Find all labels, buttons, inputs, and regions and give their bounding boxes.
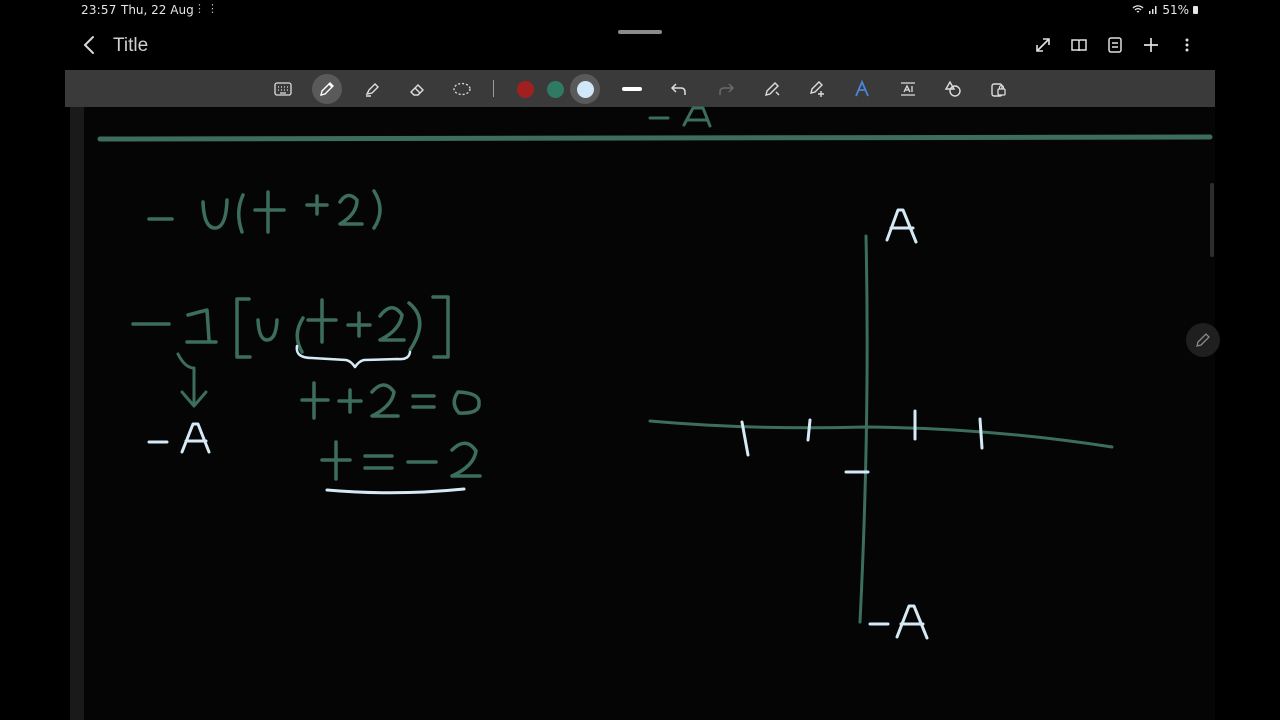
auto-straighten-icon: [765, 82, 780, 96]
scrollbar[interactable]: [1210, 183, 1214, 257]
text-box-icon: [901, 82, 915, 96]
status-time: 23:57: [81, 3, 117, 17]
auto-straighten-button[interactable]: [757, 74, 787, 104]
expand-button[interactable]: [1032, 34, 1054, 56]
pen-icon: [320, 82, 334, 96]
book-view-icon: [1071, 39, 1087, 52]
notification-icons: ⋮⋮: [194, 2, 220, 15]
signal-icon: [1148, 3, 1158, 17]
title-bar: Title: [0, 30, 1280, 64]
expand-icon: [1036, 38, 1050, 52]
shapes-icon: [944, 80, 961, 97]
page-layout-button[interactable]: [1104, 34, 1126, 56]
lasso-tool-button[interactable]: [447, 74, 477, 104]
title-actions: [1032, 34, 1198, 56]
note-canvas[interactable]: [70, 107, 1215, 720]
green-swatch: [546, 80, 564, 98]
shape-pen-button[interactable]: [802, 74, 832, 104]
add-icon: [1144, 38, 1158, 52]
wifi-icon: [1132, 3, 1144, 17]
undo-icon: [670, 83, 686, 95]
color-swatch-light-blue[interactable]: [570, 74, 600, 104]
book-view-button[interactable]: [1068, 34, 1090, 56]
highlighter-tool-button[interactable]: [357, 74, 387, 104]
floating-pen-button[interactable]: [1186, 323, 1220, 357]
more-icon: [1185, 38, 1189, 52]
light-blue-swatch: [576, 80, 594, 98]
chevron-left-icon: [83, 36, 94, 54]
undo-button[interactable]: [664, 74, 694, 104]
stroke-thickness-button[interactable]: [617, 74, 647, 104]
eraser-icon: [410, 84, 424, 96]
red-swatch: [516, 80, 534, 98]
note-title[interactable]: Title: [113, 35, 148, 57]
eraser-tool-button[interactable]: [402, 74, 432, 104]
redo-button[interactable]: [711, 74, 741, 104]
toolbar-separator: [493, 80, 494, 97]
back-button[interactable]: [82, 34, 102, 58]
add-page-button[interactable]: [1140, 34, 1162, 56]
page-edge: [70, 107, 84, 720]
status-right-group: 51%: [1132, 3, 1198, 17]
color-swatch-red[interactable]: [510, 74, 540, 104]
lock-button[interactable]: [983, 74, 1013, 104]
highlighter-icon: [365, 83, 379, 97]
battery-label: 51%: [1162, 3, 1189, 17]
status-bar: 23:57 Thu, 22 Aug ⋮⋮ 51%: [0, 0, 1280, 22]
more-button[interactable]: [1176, 34, 1198, 56]
keyboard-tool-button[interactable]: [268, 74, 298, 104]
pen-tool-button[interactable]: [312, 74, 342, 104]
status-date: Thu, 22 Aug: [121, 3, 194, 17]
shapes-button[interactable]: [938, 74, 968, 104]
text-style-icon: [855, 80, 869, 97]
shape-tool-icon: [810, 81, 824, 97]
page-layout-icon: [1108, 37, 1122, 53]
battery-icon: [1193, 6, 1198, 14]
text-style-button[interactable]: [847, 74, 877, 104]
drawing-toolbar: [65, 70, 1215, 107]
text-box-button[interactable]: [893, 74, 923, 104]
color-swatch-green[interactable]: [540, 74, 570, 104]
pen-icon: [1196, 333, 1210, 347]
redo-icon: [719, 83, 735, 95]
lock-icon: [991, 83, 1006, 97]
lasso-icon: [453, 82, 471, 96]
stroke-thickness-icon: [622, 87, 642, 91]
keyboard-icon: [274, 82, 292, 96]
